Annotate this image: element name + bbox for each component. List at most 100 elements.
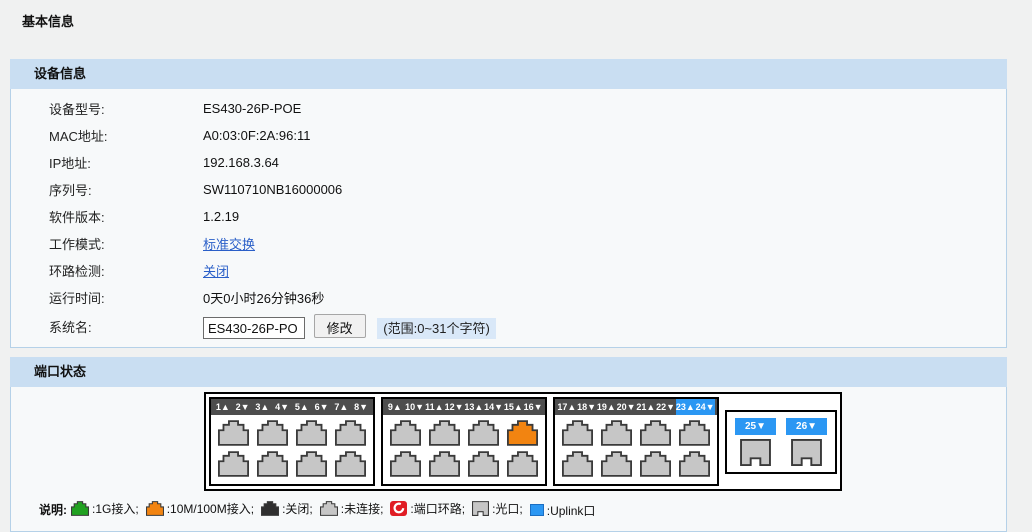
port-4[interactable] xyxy=(257,451,288,477)
port-loop-icon xyxy=(390,501,407,516)
port-label-16: 16▼ xyxy=(523,399,543,415)
port-label-13: 13▲ xyxy=(464,399,484,415)
port-legend: 说明: :1G接入; :10M/100M接入; :关闭; :未连接; :端口环路; :光口;… xyxy=(39,500,1006,519)
port-group-header: 1▲2▼3▲4▼5▲6▼7▲8▼ xyxy=(211,399,373,415)
loop-detect-link[interactable]: 关闭 xyxy=(203,261,229,280)
legend-prefix: 说明: xyxy=(39,501,67,518)
row-system-name: 系统名: 修改 (范围:0~31个字符) xyxy=(11,311,1006,342)
port-label-6: 6▼ xyxy=(312,399,332,415)
row-loop-detect: 环路检测: 关闭 xyxy=(11,257,1006,284)
row-uptime: 运行时间: 0天0小时26分钟36秒 xyxy=(11,284,1006,311)
port-label-18: 18▼ xyxy=(577,399,597,415)
port-23[interactable] xyxy=(679,420,710,446)
port-label-26: 26▼ xyxy=(786,418,827,435)
device-info-section: 设备信息 设备型号: ES430-26P-POE MAC地址: A0:03:0F… xyxy=(10,59,1007,348)
green-port-icon xyxy=(71,501,89,516)
port-label-19: 19▲ xyxy=(597,399,617,415)
legend-label: :光口; xyxy=(492,500,523,517)
field-label: 工作模式: xyxy=(11,234,203,253)
page: 基本信息 设备信息 设备型号: ES430-26P-POE MAC地址: A0:… xyxy=(0,0,1032,528)
port-label-21: 21▲ xyxy=(636,399,656,415)
port-2[interactable] xyxy=(218,451,249,477)
port-25[interactable] xyxy=(740,439,771,466)
modify-button[interactable]: 修改 xyxy=(314,314,366,338)
field-label: MAC地址: xyxy=(11,126,203,145)
port-grid xyxy=(383,415,545,484)
port-10[interactable] xyxy=(390,451,421,477)
field-value: A0:03:0F:2A:96:11 xyxy=(203,128,310,143)
port-11[interactable] xyxy=(429,420,460,446)
port-status-header: 端口状态 xyxy=(10,357,1007,387)
port-20[interactable] xyxy=(601,451,632,477)
port-14[interactable] xyxy=(468,451,499,477)
row-work-mode: 工作模式: 标准交换 xyxy=(11,230,1006,257)
port-label-25: 25▼ xyxy=(735,418,776,435)
port-label-3: 3▲ xyxy=(253,399,273,415)
port-21[interactable] xyxy=(640,420,671,446)
port-18[interactable] xyxy=(562,451,593,477)
port-label-1: 1▲ xyxy=(213,399,233,415)
uplink-icon xyxy=(530,504,544,516)
port-22[interactable] xyxy=(640,451,671,477)
device-info-body: 设备型号: ES430-26P-POE MAC地址: A0:03:0F:2A:9… xyxy=(10,89,1007,348)
legend-item: :端口环路; xyxy=(390,500,465,517)
port-5[interactable] xyxy=(296,420,327,446)
grey-port-icon xyxy=(320,501,338,516)
port-19[interactable] xyxy=(601,420,632,446)
port-label-20: 20▼ xyxy=(616,399,636,415)
port-label-10: 10▼ xyxy=(405,399,425,415)
port-7[interactable] xyxy=(335,420,366,446)
sfp-group: 25▼ 26▼ xyxy=(725,410,837,474)
legend-item: :未连接; xyxy=(320,500,384,517)
port-1[interactable] xyxy=(218,420,249,446)
port-group-header: 17▲18▼19▲20▼21▲22▼23▲24▼ xyxy=(555,399,717,415)
field-label: 系统名: xyxy=(11,317,203,336)
port-label-24: 24▼ xyxy=(695,399,715,415)
port-label-4: 4▼ xyxy=(272,399,292,415)
port-group: 9▲10▼11▲12▼13▲14▼15▲16▼ xyxy=(381,397,547,486)
legend-item: :10M/100M接入; xyxy=(146,500,254,517)
port-group: 1▲2▼3▲4▼5▲6▼7▲8▼ xyxy=(209,397,375,486)
legend-item: :关闭; xyxy=(261,500,313,517)
port-label-7: 7▲ xyxy=(332,399,352,415)
port-3[interactable] xyxy=(257,420,288,446)
port-label-23: 23▲ xyxy=(676,399,696,415)
system-name-input[interactable] xyxy=(203,317,305,339)
field-value: 0天0小时26分钟36秒 xyxy=(203,288,324,307)
port-26[interactable] xyxy=(791,439,822,466)
orange-port-icon xyxy=(146,501,164,516)
port-label-15: 15▲ xyxy=(504,399,524,415)
sfp-port-column: 25▼ xyxy=(735,418,776,466)
switch-port-panel: 1▲2▼3▲4▼5▲6▼7▲8▼9▲10▼11▲12▼13▲14▼15▲16▼1… xyxy=(204,392,842,491)
legend-item: :Uplink口 xyxy=(530,502,596,519)
device-info-header: 设备信息 xyxy=(10,59,1007,89)
port-12[interactable] xyxy=(429,451,460,477)
port-13[interactable] xyxy=(468,420,499,446)
port-17[interactable] xyxy=(562,420,593,446)
legend-item: :1G接入; xyxy=(71,500,139,517)
port-label-9: 9▲ xyxy=(385,399,405,415)
port-8[interactable] xyxy=(335,451,366,477)
port-24[interactable] xyxy=(679,451,710,477)
port-label-11: 11▲ xyxy=(425,399,445,415)
port-grid xyxy=(211,415,373,484)
port-9[interactable] xyxy=(390,420,421,446)
legend-label: :未连接; xyxy=(341,500,384,517)
port-label-5: 5▲ xyxy=(292,399,312,415)
legend-label: :Uplink口 xyxy=(547,502,596,519)
legend-label: :关闭; xyxy=(282,500,313,517)
field-label: 序列号: xyxy=(11,180,203,199)
field-label: IP地址: xyxy=(11,153,203,172)
field-value: 192.168.3.64 xyxy=(203,155,279,170)
legend-items: :1G接入; :10M/100M接入; :关闭; :未连接; :端口环路; :光口; :Up… xyxy=(71,500,602,519)
port-status-section: 端口状态 1▲2▼3▲4▼5▲6▼7▲8▼ 9▲10▼11▲12▼13▲14▼15… xyxy=(10,357,1007,532)
work-mode-link[interactable]: 标准交换 xyxy=(203,234,255,253)
legend-item: :光口; xyxy=(472,500,523,517)
port-15[interactable] xyxy=(507,420,538,446)
sfp-port-column: 26▼ xyxy=(786,418,827,466)
port-label-17: 17▲ xyxy=(557,399,577,415)
page-title: 基本信息 xyxy=(0,0,1032,30)
port-16[interactable] xyxy=(507,451,538,477)
port-6[interactable] xyxy=(296,451,327,477)
legend-label: :1G接入; xyxy=(92,500,139,517)
